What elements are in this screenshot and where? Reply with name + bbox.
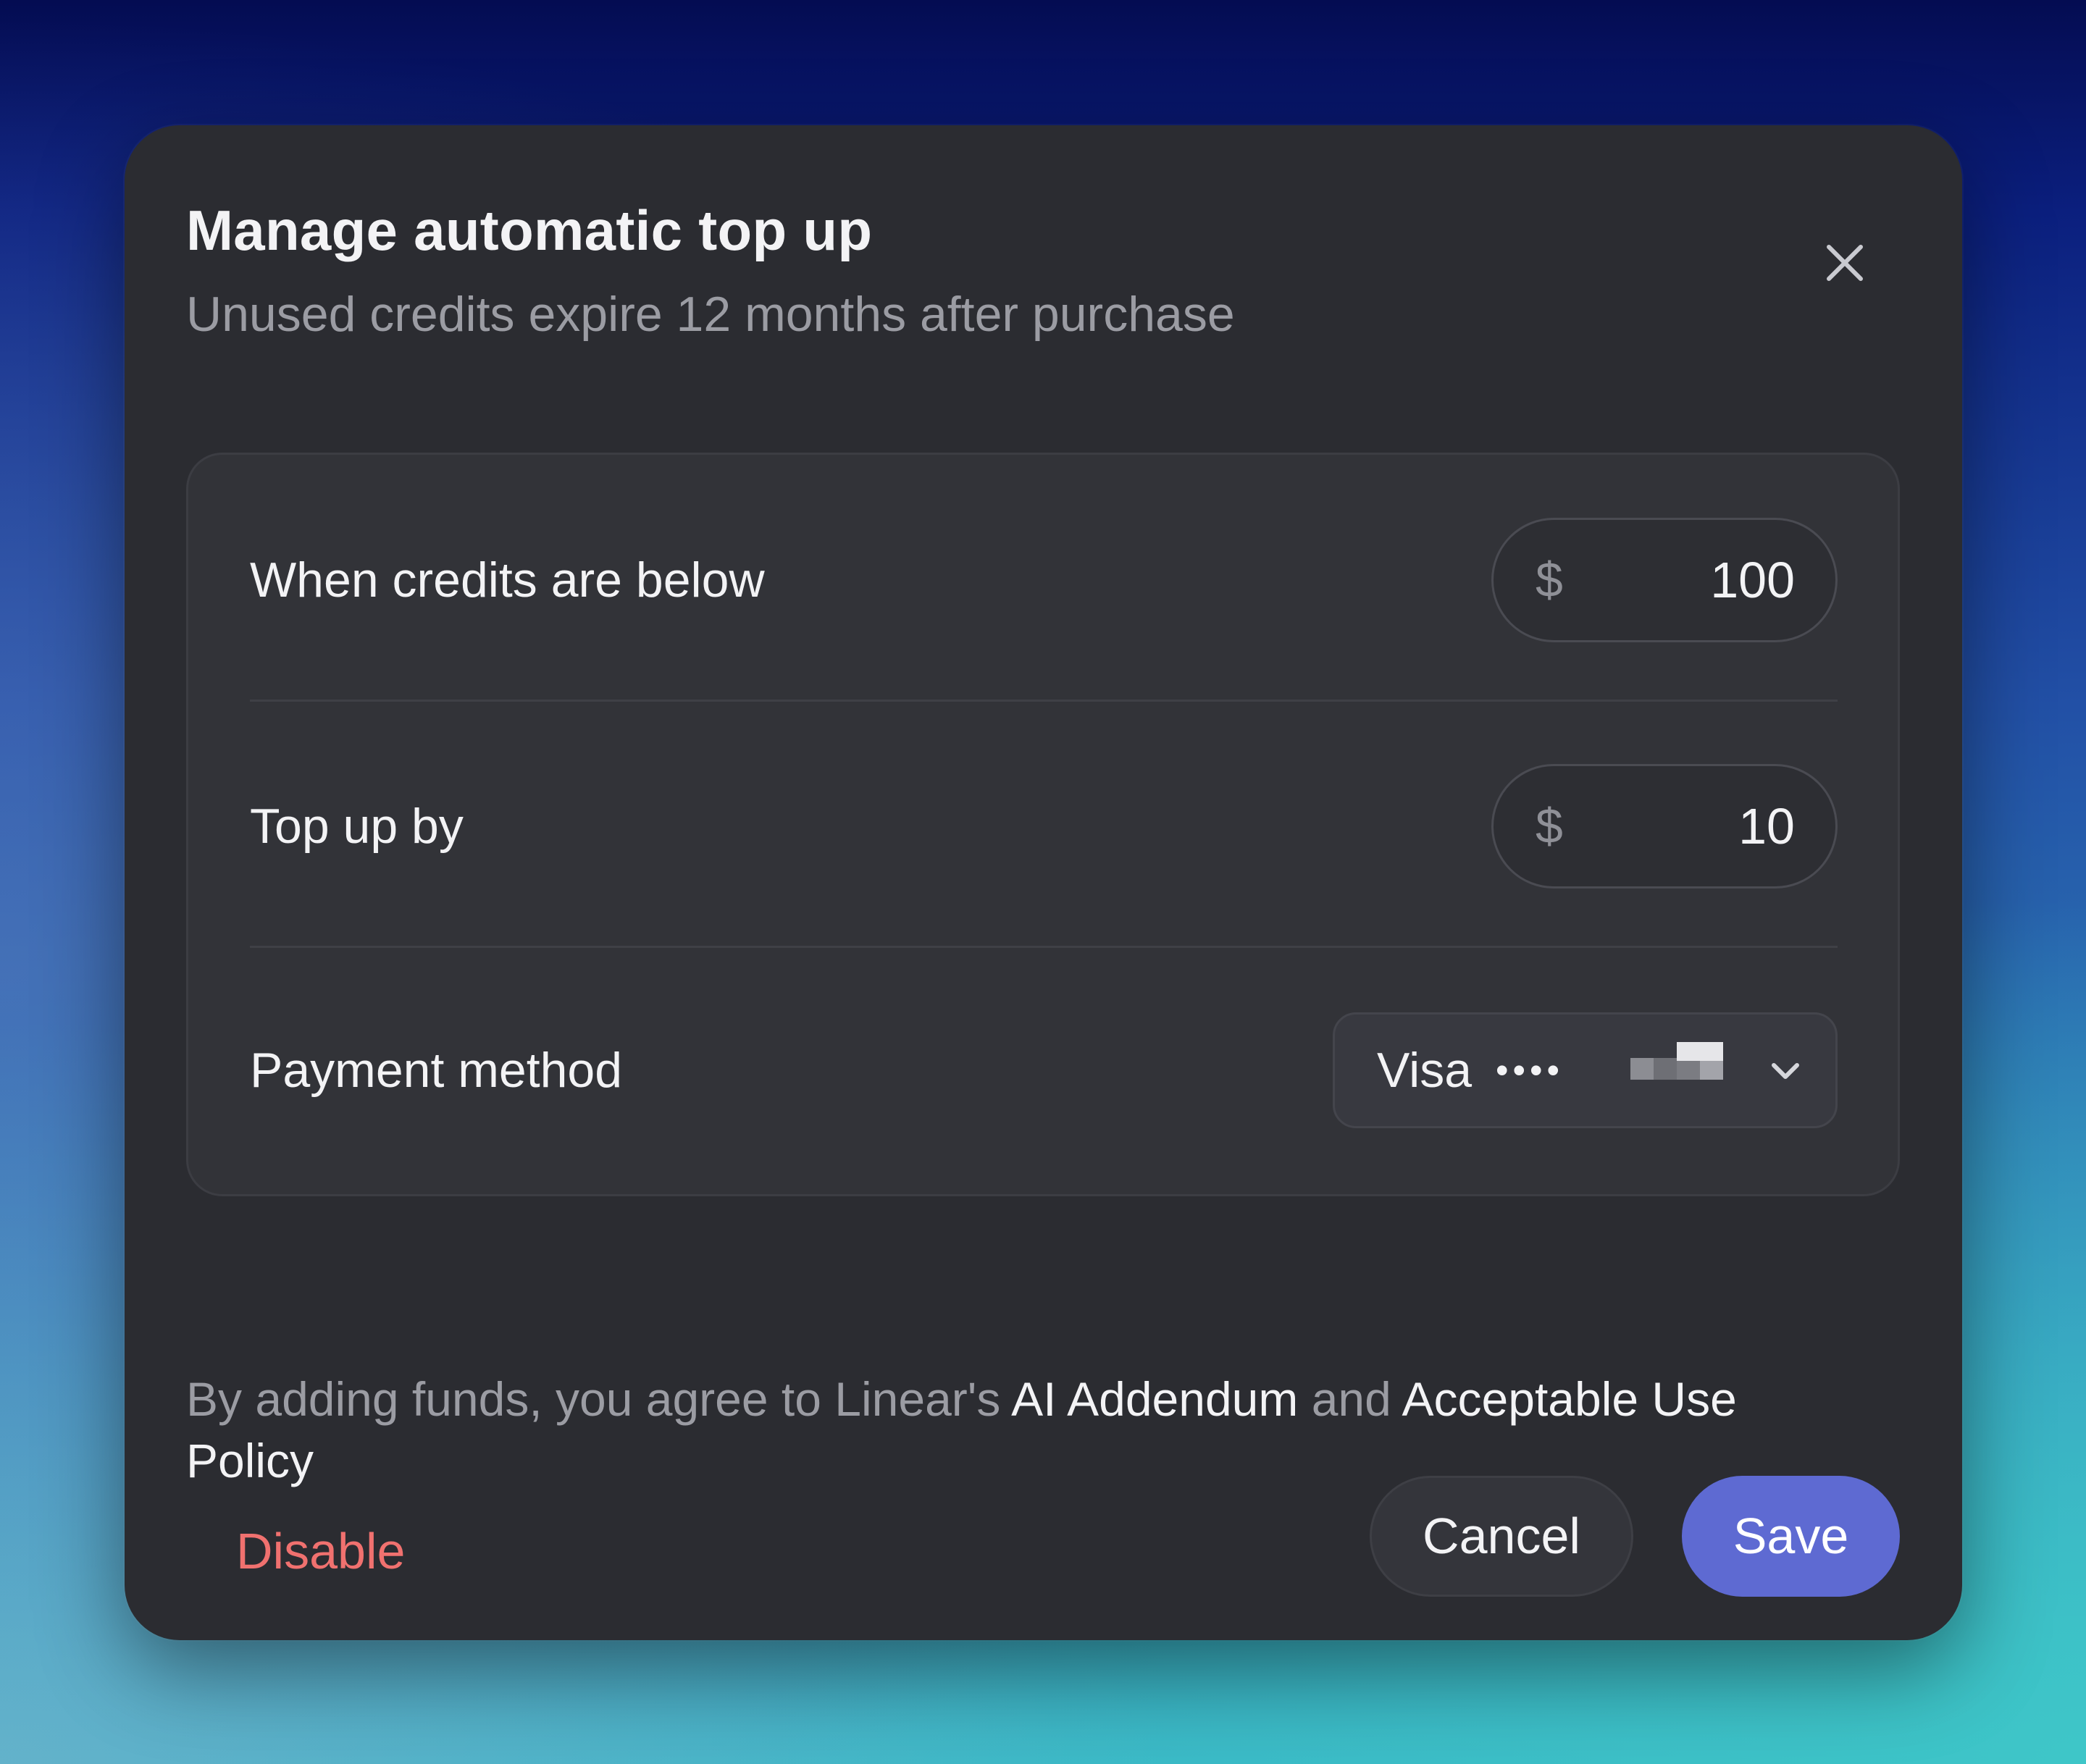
top-up-dialog: Manage automatic top up Unused credits e… — [125, 125, 1962, 1640]
top-up-label: Top up by — [250, 799, 464, 854]
chevron-down-icon — [1769, 1057, 1801, 1085]
currency-symbol: $ — [1536, 553, 1563, 608]
threshold-value: 100 — [1710, 552, 1795, 608]
payment-method-select[interactable]: Visa •••• — [1333, 1012, 1838, 1128]
terms-notice: By adding funds, you agree to Linear's A… — [186, 1369, 1852, 1492]
acceptable-use-link[interactable]: Acceptable Use — [1402, 1372, 1737, 1426]
dialog-title: Manage automatic top up — [186, 198, 873, 262]
row-divider — [250, 946, 1838, 948]
payment-method-label: Payment method — [250, 1043, 623, 1098]
dialog-subtitle: Unused credits expire 12 months after pu… — [186, 287, 1235, 342]
payment-method-row: Payment method Visa •••• — [250, 1012, 1838, 1128]
threshold-label: When credits are below — [250, 553, 765, 608]
threshold-row: When credits are below $ 100 — [250, 518, 1838, 642]
card-masked-digits: •••• — [1496, 1050, 1564, 1091]
ai-addendum-link[interactable]: AI Addendum — [1011, 1372, 1298, 1426]
acceptable-use-link-policy[interactable]: Policy — [186, 1430, 1852, 1492]
disable-button[interactable]: Disable — [236, 1499, 405, 1603]
settings-card: When credits are below $ 100 Top up by $… — [186, 453, 1900, 1196]
top-up-row: Top up by $ 10 — [250, 764, 1838, 889]
top-up-amount-input[interactable]: $ 10 — [1491, 764, 1838, 889]
threshold-amount-input[interactable]: $ 100 — [1491, 518, 1838, 642]
close-button[interactable] — [1816, 234, 1874, 292]
cancel-button[interactable]: Cancel — [1370, 1476, 1633, 1597]
close-icon — [1825, 243, 1865, 283]
terms-middle: and — [1298, 1372, 1402, 1426]
terms-prefix: By adding funds, you agree to Linear's — [186, 1372, 1012, 1426]
card-last4-redacted — [1630, 1042, 1723, 1088]
card-brand: Visa — [1377, 1043, 1473, 1098]
currency-symbol: $ — [1536, 799, 1563, 854]
top-up-value: 10 — [1738, 798, 1795, 854]
save-button[interactable]: Save — [1682, 1476, 1900, 1597]
row-divider — [250, 700, 1838, 702]
